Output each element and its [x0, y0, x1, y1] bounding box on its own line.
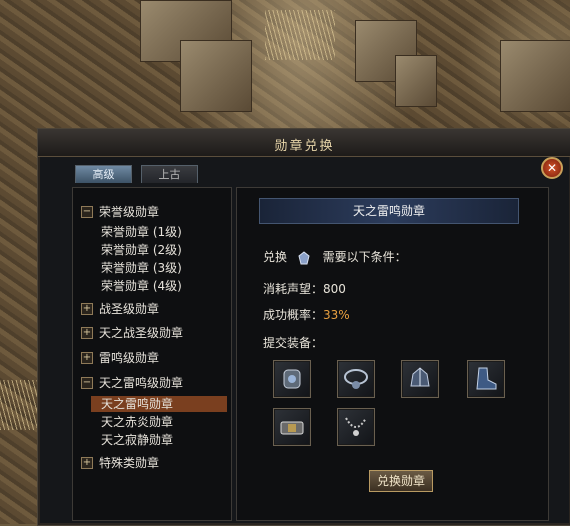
window-titlebar[interactable]: 勋章兑换 — [38, 129, 570, 157]
expand-icon[interactable]: + — [81, 456, 93, 469]
ruin-block — [180, 40, 252, 112]
expand-icon[interactable]: + — [81, 351, 93, 364]
dry-grass — [265, 10, 335, 60]
tree-group-thunder[interactable]: + 雷鸣级勋章 — [81, 350, 159, 366]
tree-group-honor[interactable]: − 荣誉级勋章 — [81, 204, 159, 220]
medal-icon — [298, 250, 310, 264]
collapse-icon[interactable]: − — [81, 205, 93, 218]
tree-group-battle-saint[interactable]: + 战圣级勋章 — [81, 301, 159, 317]
tree-group-label: 荣誉级勋章 — [99, 205, 160, 219]
tab-ancient[interactable]: 上古 — [141, 165, 198, 183]
expand-icon[interactable]: + — [81, 302, 93, 315]
chain-necklace-icon — [345, 417, 367, 436]
window-title: 勋章兑换 — [274, 139, 335, 154]
helmet-icon — [410, 367, 430, 387]
medal-category-tree: − 荣誉级勋章 荣誉勋章 (1级) 荣誉勋章 (2级) 荣誉勋章 (3级) 荣誉勋… — [72, 187, 232, 521]
equip-slot-boots[interactable] — [467, 360, 505, 398]
cost-row: 消耗声望：800 — [263, 280, 346, 297]
tree-item[interactable]: 天之赤炎勋章 — [101, 414, 173, 430]
ruin-block — [395, 55, 437, 107]
necklace-icon — [344, 369, 368, 389]
tree-item[interactable]: 天之寂静勋章 — [101, 432, 173, 448]
cost-label: 消耗声望： — [263, 282, 324, 296]
tab-advanced[interactable]: 高级 — [75, 165, 132, 183]
tree-group-label: 天之雷鸣级勋章 — [99, 376, 184, 390]
submit-equipment-label: 提交装备： — [263, 336, 324, 350]
tree-group-label: 天之战圣级勋章 — [99, 326, 184, 340]
equip-slot-necklace[interactable] — [337, 360, 375, 398]
exchange-row: 兑换 需要以下条件： — [263, 248, 407, 265]
medal-title-banner: 天之雷鸣勋章 — [259, 198, 519, 224]
bracer-icon — [283, 369, 301, 389]
tree-group-heaven-thunder[interactable]: − 天之雷鸣级勋章 — [81, 375, 183, 391]
rate-row: 成功概率：33% — [263, 306, 350, 323]
equip-slot-belt[interactable] — [273, 408, 311, 446]
boots-icon — [476, 367, 497, 390]
tree-group-label: 雷鸣级勋章 — [99, 351, 160, 365]
equip-slot-helmet[interactable] — [401, 360, 439, 398]
tree-group-label: 战圣级勋章 — [99, 302, 160, 316]
belt-icon — [280, 421, 304, 435]
medal-detail-panel: 天之雷鸣勋章 兑换 需要以下条件： 消耗声望：800 成功概率：33% 提交装备… — [236, 187, 549, 521]
tree-item[interactable]: 荣誉勋章 (4级) — [101, 278, 182, 294]
collapse-icon[interactable]: − — [81, 376, 93, 389]
tree-item[interactable]: 荣誉勋章 (3级) — [101, 260, 182, 276]
cost-value: 800 — [323, 282, 346, 296]
equip-slot-chain-necklace[interactable] — [337, 408, 375, 446]
tree-item[interactable]: 荣誉勋章 (1级) — [101, 224, 182, 240]
tree-group-heaven-battle-saint[interactable]: + 天之战圣级勋章 — [81, 325, 183, 341]
rate-label: 成功概率： — [263, 308, 324, 322]
exchange-label: 兑换 — [263, 250, 288, 264]
tree-group-label: 特殊类勋章 — [99, 456, 160, 470]
rate-value: 33% — [323, 308, 350, 322]
expand-icon[interactable]: + — [81, 326, 93, 339]
ruin-block — [500, 40, 570, 112]
equip-slot-bracer[interactable] — [273, 360, 311, 398]
medal-exchange-window: 勋章兑换 ✕ 高级 上古 − 荣誉级勋章 荣誉勋章 (1级) 荣誉勋章 (2级) … — [37, 128, 570, 526]
tree-item-selected[interactable]: 天之雷鸣勋章 — [91, 396, 227, 412]
exchange-medal-button[interactable]: 兑换勋章 — [369, 470, 433, 492]
tree-item[interactable]: 荣誉勋章 (2级) — [101, 242, 182, 258]
tree-group-special[interactable]: + 特殊类勋章 — [81, 455, 159, 471]
requirement-label: 需要以下条件： — [322, 250, 407, 264]
close-icon[interactable]: ✕ — [541, 157, 563, 179]
